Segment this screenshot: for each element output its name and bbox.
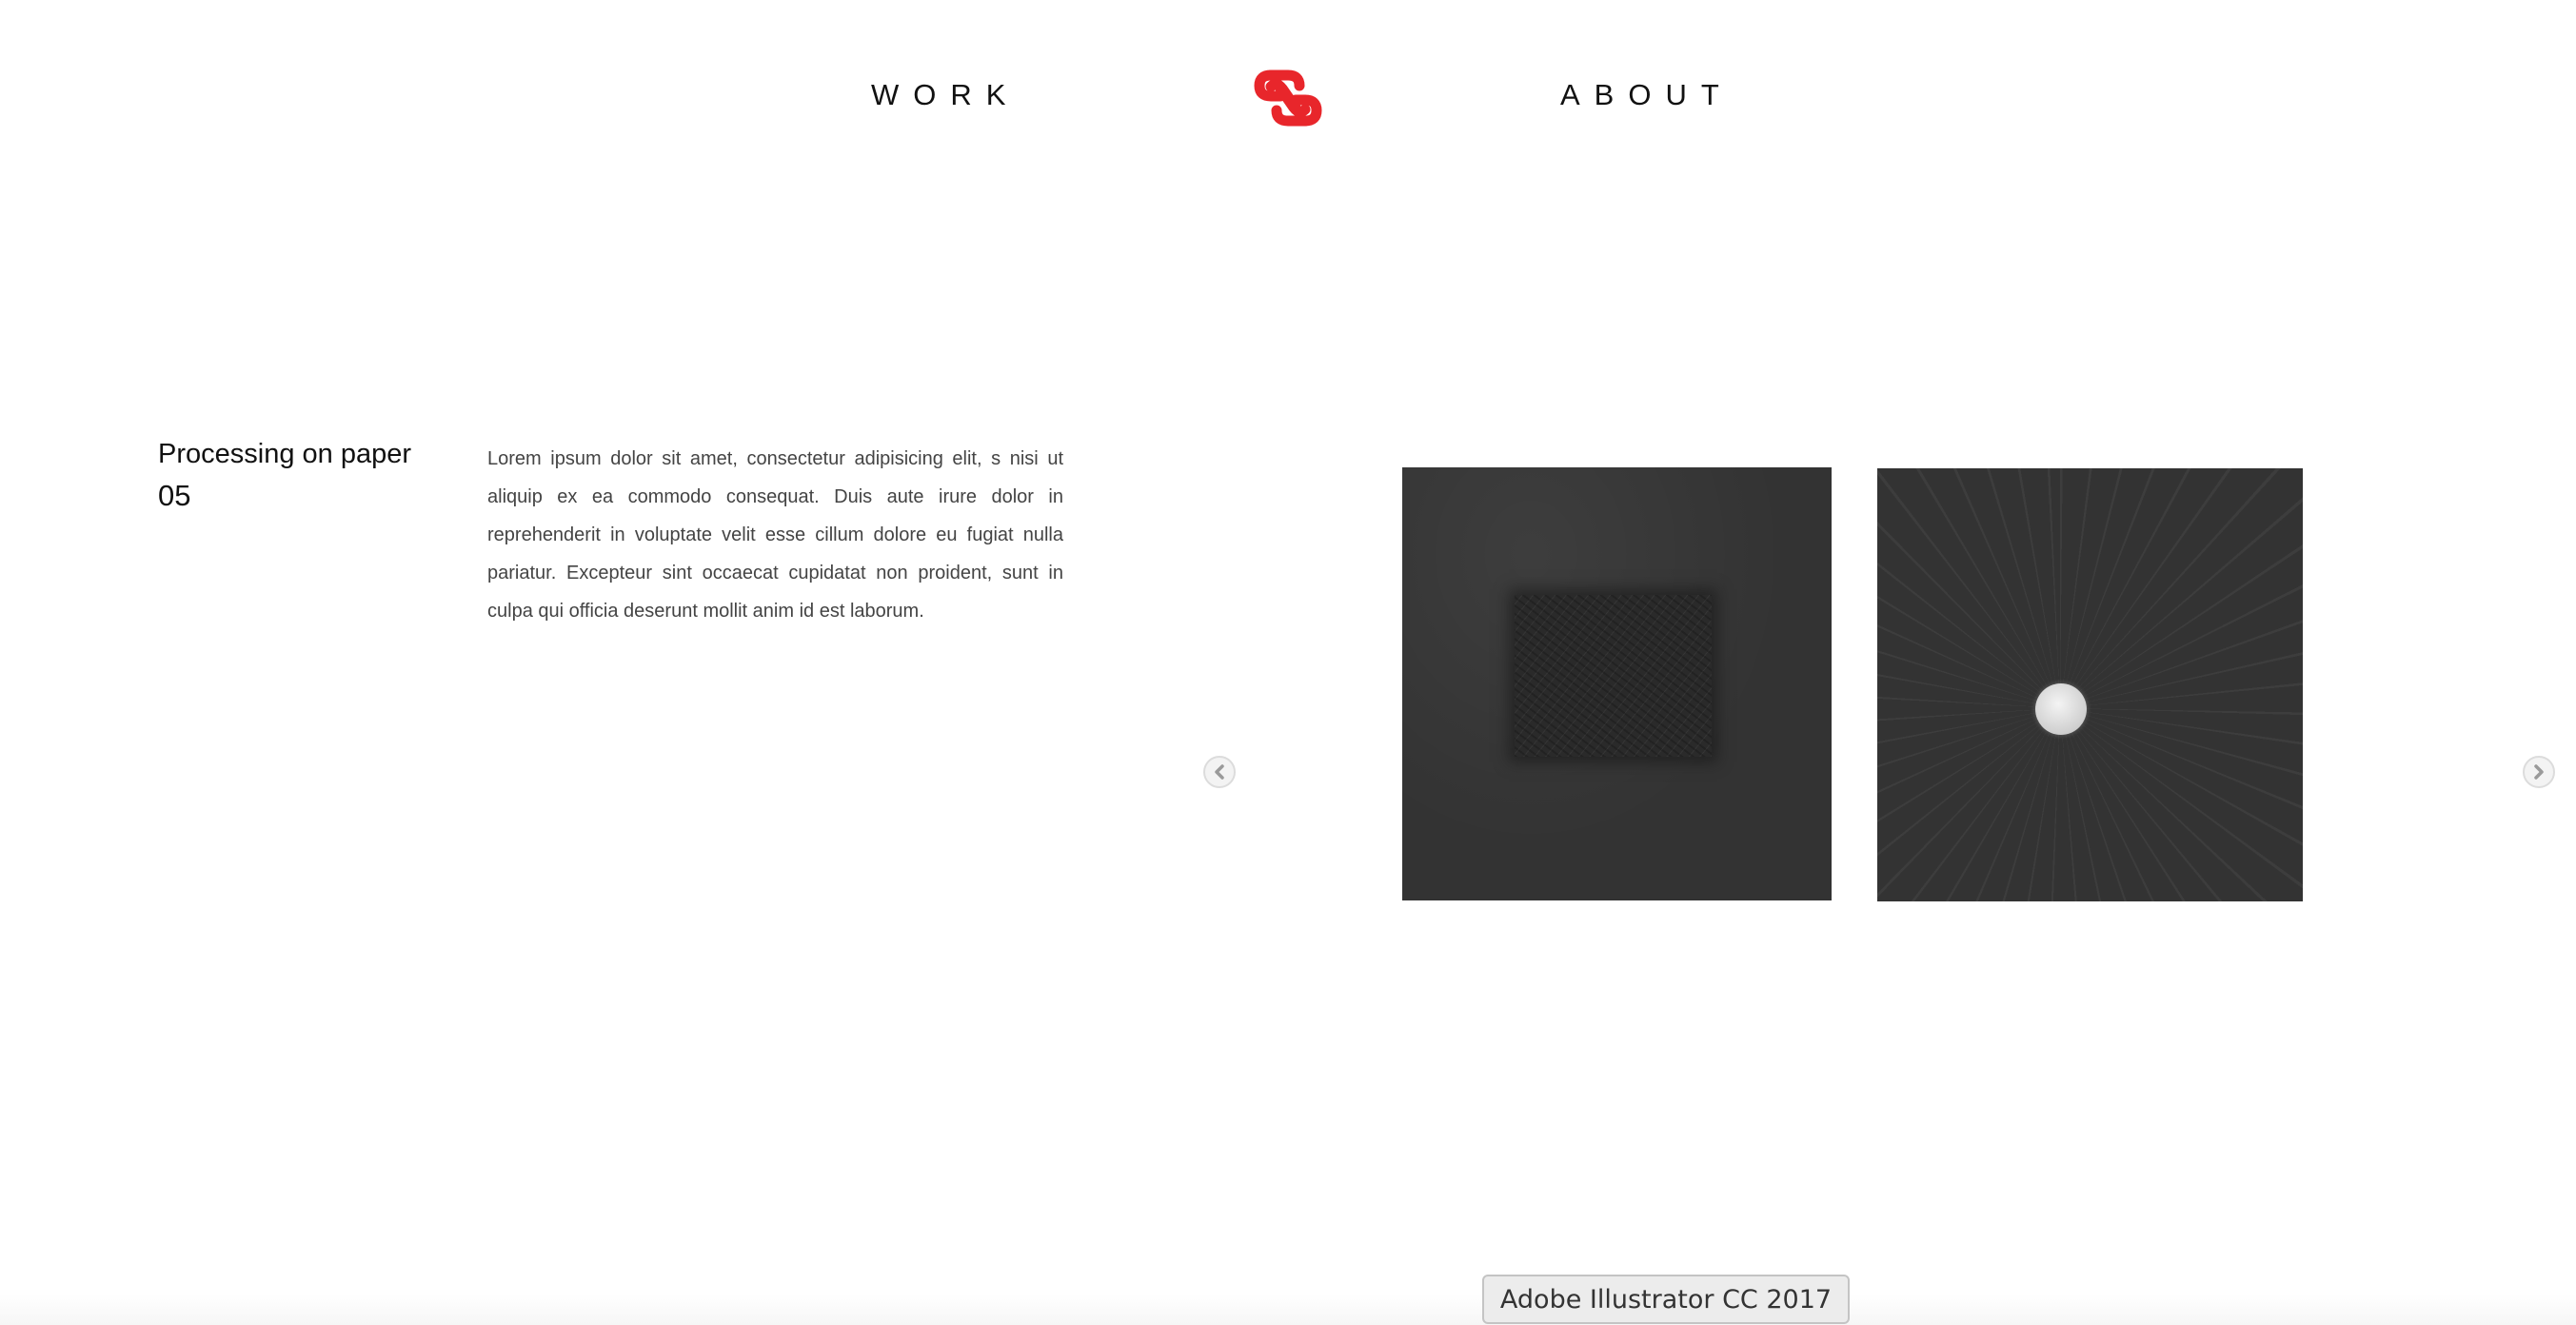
project-description: Lorem ipsum dolor sit amet, consectetur … <box>487 448 1063 622</box>
nav-about-link[interactable]: ABOUT <box>1560 80 1734 109</box>
chevron-right-icon <box>2534 764 2544 780</box>
page: WORK ABOUT Processing on paper 05 Lorem … <box>0 0 2576 1325</box>
artwork-disc <box>2035 683 2087 735</box>
project-title: Processing on paper <box>158 439 411 469</box>
bottom-fade <box>0 1295 2576 1325</box>
artwork-image-2[interactable] <box>1877 468 2303 901</box>
artwork-image-1[interactable] <box>1402 467 1832 900</box>
nav-work-link[interactable]: WORK <box>871 80 1020 109</box>
artwork-texture-patch <box>1515 595 1712 757</box>
gallery-next-button[interactable] <box>2523 756 2555 788</box>
tooltip: Adobe Illustrator CC 2017 <box>1482 1275 1850 1324</box>
knot-logo-icon[interactable] <box>1250 60 1326 136</box>
project-number: 05 <box>158 479 191 512</box>
gallery-prev-button[interactable] <box>1203 756 1236 788</box>
chevron-left-icon <box>1215 764 1224 780</box>
